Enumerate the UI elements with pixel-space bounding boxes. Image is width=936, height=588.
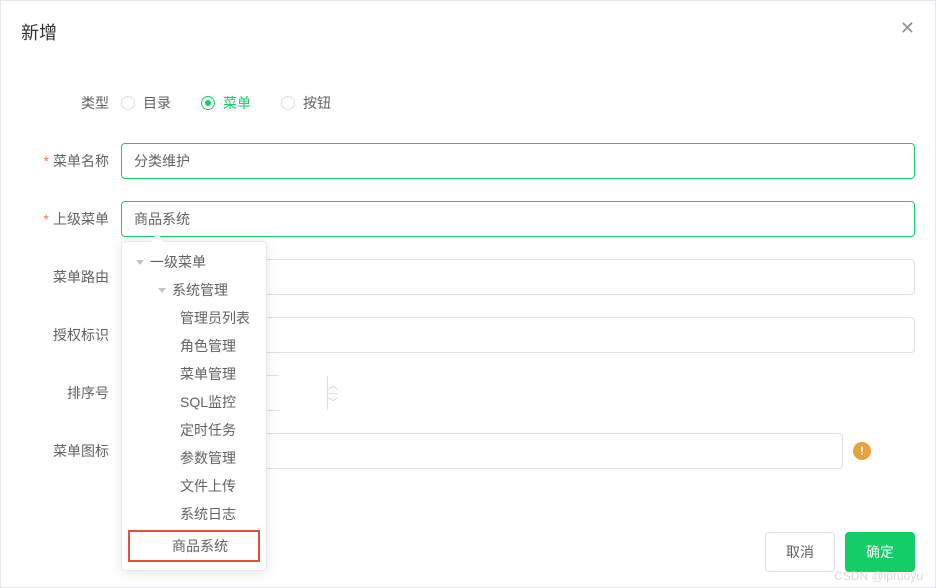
radio-button[interactable]: 按钮 — [281, 85, 331, 121]
radio-menu[interactable]: 菜单 — [201, 85, 251, 121]
stepper-down-icon[interactable]: ﹀ — [328, 394, 338, 411]
type-label: 类型 — [21, 85, 121, 121]
close-icon[interactable]: ✕ — [900, 19, 915, 37]
watermark: CSDN @lpruoyu — [834, 569, 923, 583]
radio-label: 目录 — [143, 85, 171, 121]
dialog-header: 新增 ✕ — [1, 1, 935, 55]
menu-route-label: 菜单路由 — [21, 259, 121, 295]
tree-node-system[interactable]: 系统管理 — [122, 276, 266, 304]
tree-node-item[interactable]: 系统日志 — [122, 500, 266, 528]
tree-node-item[interactable]: 参数管理 — [122, 444, 266, 472]
tree-node-label: 一级菜单 — [150, 252, 206, 272]
dialog-title: 新增 — [21, 23, 57, 43]
stepper-controls: ︿ ﹀ — [327, 376, 338, 410]
radio-label: 按钮 — [303, 85, 331, 121]
tree-node-item[interactable]: 管理员列表 — [122, 304, 266, 332]
tree-node-item[interactable]: 角色管理 — [122, 332, 266, 360]
parent-menu-input[interactable] — [121, 201, 915, 237]
sort-no-label: 排序号 — [21, 375, 121, 411]
radio-icon — [201, 96, 215, 110]
dialog-body: 类型 目录 菜单 按钮 菜单名称 上级菜单 一级菜单 系统管理 管理员列表 角色 — [1, 55, 935, 501]
chevron-down-icon — [136, 260, 144, 265]
menu-icon-label: 菜单图标 — [21, 433, 121, 469]
tree-node-highlighted[interactable]: 商品系统 — [128, 530, 260, 562]
dialog-footer: 取消 确定 — [765, 532, 915, 572]
tree-node-label: 系统管理 — [172, 280, 228, 300]
tree-node-item[interactable]: 菜单管理 — [122, 360, 266, 388]
cancel-button[interactable]: 取消 — [765, 532, 835, 572]
radio-label: 菜单 — [223, 85, 251, 121]
auth-flag-label: 授权标识 — [21, 317, 121, 353]
tree-node-root[interactable]: 一级菜单 — [122, 248, 266, 276]
tree-dropdown: 一级菜单 系统管理 管理员列表 角色管理 菜单管理 SQL监控 定时任务 参数管… — [121, 241, 267, 571]
radio-icon — [121, 96, 135, 110]
stepper-up-icon[interactable]: ︿ — [328, 376, 338, 394]
tree-node-item[interactable]: 定时任务 — [122, 416, 266, 444]
parent-menu-label: 上级菜单 — [21, 201, 121, 237]
menu-name-label: 菜单名称 — [21, 143, 121, 179]
chevron-down-icon — [158, 288, 166, 293]
confirm-button[interactable]: 确定 — [845, 532, 915, 572]
type-radio-group: 目录 菜单 按钮 — [121, 85, 915, 121]
radio-directory[interactable]: 目录 — [121, 85, 171, 121]
tree-node-item[interactable]: 文件上传 — [122, 472, 266, 500]
warning-icon: ! — [853, 442, 871, 460]
form-item-menu-name: 菜单名称 — [21, 143, 915, 179]
form-item-type: 类型 目录 菜单 按钮 — [21, 85, 915, 121]
form-item-parent-menu: 上级菜单 一级菜单 系统管理 管理员列表 角色管理 菜单管理 SQL监控 定时任… — [21, 201, 915, 237]
menu-name-input[interactable] — [121, 143, 915, 179]
dialog: 新增 ✕ 类型 目录 菜单 按钮 菜单名称 上级菜单 一级菜单 系统管理 — [0, 0, 936, 588]
radio-icon — [281, 96, 295, 110]
tree-node-item[interactable]: SQL监控 — [122, 388, 266, 416]
